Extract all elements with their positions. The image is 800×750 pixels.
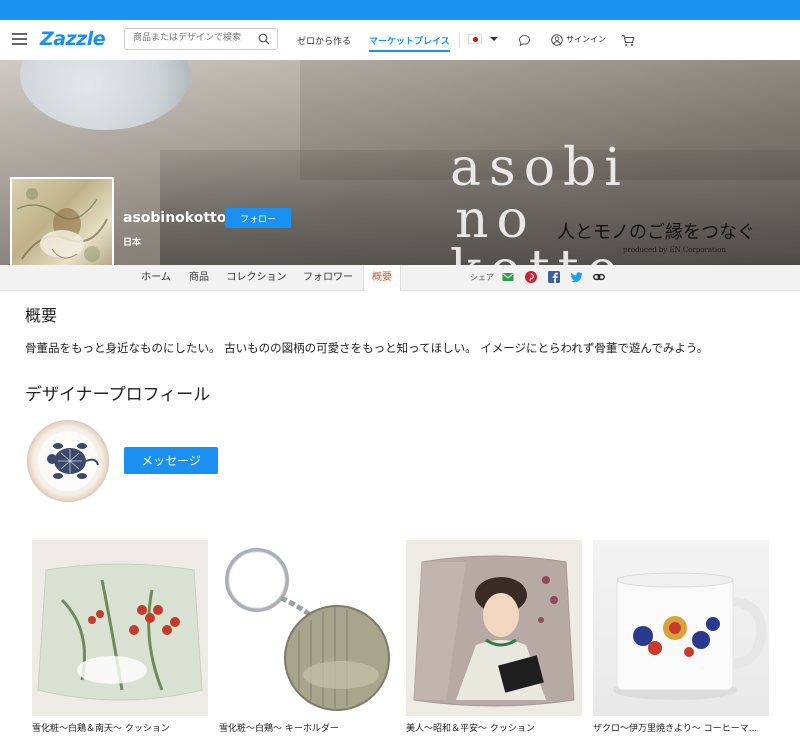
banner-bowl-image — [20, 60, 190, 130]
email-icon[interactable] — [502, 271, 514, 283]
user-icon[interactable] — [551, 34, 563, 46]
shop-name: asobinokotto — [123, 210, 227, 226]
share-label: シェア — [470, 273, 494, 282]
product-title[interactable]: 美人〜昭和＆平安〜 クッション — [406, 721, 583, 734]
tab-products[interactable]: 商品 — [182, 265, 216, 290]
tab-about[interactable]: 概要 — [363, 265, 401, 291]
top-strip — [0, 0, 800, 20]
store-profile-image[interactable] — [10, 177, 114, 278]
site-header: Zazzle ゼロから作る マーケットプレイス サインイン — [0, 20, 800, 61]
product-image[interactable] — [406, 540, 582, 716]
banner-tagline: 人とモノのご縁をつなぐ — [557, 222, 755, 243]
designer-avatar[interactable] — [27, 420, 109, 502]
message-button[interactable]: メッセージ — [124, 447, 218, 474]
header-divider — [459, 32, 460, 48]
product-card[interactable]: 雪化粧〜白鶏＆南天〜 クッション — [32, 540, 209, 734]
nav-create[interactable]: ゼロから作る — [297, 34, 351, 47]
product-image[interactable] — [219, 540, 395, 716]
search-input[interactable] — [131, 32, 255, 44]
product-title[interactable]: ザクロ〜伊万里焼きより〜 コーヒーマ... — [593, 721, 770, 734]
chat-icon[interactable] — [518, 34, 531, 47]
designer-profile-title: デザイナープロフィール — [25, 385, 211, 405]
product-title[interactable]: 雪化粧〜白鶏＆南天〜 クッション — [32, 721, 209, 734]
japan-flag-icon[interactable] — [468, 34, 482, 44]
product-card[interactable]: 雪化粧〜白鶏〜 キーホルダー — [219, 540, 396, 734]
search-box[interactable] — [124, 28, 278, 50]
about-description: 骨董品をもっと身近なものにしたい。 古いものの図柄の可愛さをもっと知ってほしい。… — [25, 341, 709, 355]
link-icon[interactable] — [593, 271, 605, 283]
store-banner: asobi no kotto 人とモノのご縁をつなぐ produced by E… — [0, 60, 800, 265]
banner-watermark-1: asobi — [450, 138, 629, 198]
twitter-icon[interactable] — [571, 271, 583, 283]
nav-marketplace[interactable]: マーケットプレイス — [369, 34, 450, 52]
profile-artwork — [16, 188, 108, 262]
product-card[interactable]: 美人〜昭和＆平安〜 クッション — [406, 540, 583, 734]
tab-home[interactable]: ホーム — [133, 265, 179, 290]
tab-followers[interactable]: フォロワー — [296, 265, 360, 290]
product-title[interactable]: 雪化粧〜白鶏〜 キーホルダー — [219, 721, 396, 734]
tab-collections[interactable]: コレクション — [221, 265, 292, 290]
cart-icon[interactable] — [621, 34, 635, 47]
turtle-plate-artwork — [38, 431, 99, 491]
chevron-down-icon[interactable] — [490, 37, 498, 41]
banner-credit: produced by EN Corporation — [623, 246, 726, 254]
product-image[interactable] — [32, 540, 208, 716]
about-title: 概要 — [25, 306, 58, 325]
pinterest-icon[interactable] — [525, 271, 537, 283]
follow-button[interactable]: フォロー — [225, 208, 291, 228]
product-card[interactable]: ザクロ〜伊万里焼きより〜 コーヒーマ... — [593, 540, 770, 734]
nav-signin[interactable]: サインイン — [566, 34, 606, 45]
shop-country: 日本 — [123, 238, 142, 248]
store-tab-bar: ホーム 商品 コレクション フォロワー 概要 シェア — [0, 265, 800, 291]
product-image[interactable] — [593, 540, 769, 716]
search-icon[interactable] — [258, 33, 270, 45]
site-logo[interactable]: Zazzle — [40, 28, 106, 50]
facebook-icon[interactable] — [548, 271, 560, 283]
hamburger-menu-icon[interactable] — [12, 33, 27, 45]
